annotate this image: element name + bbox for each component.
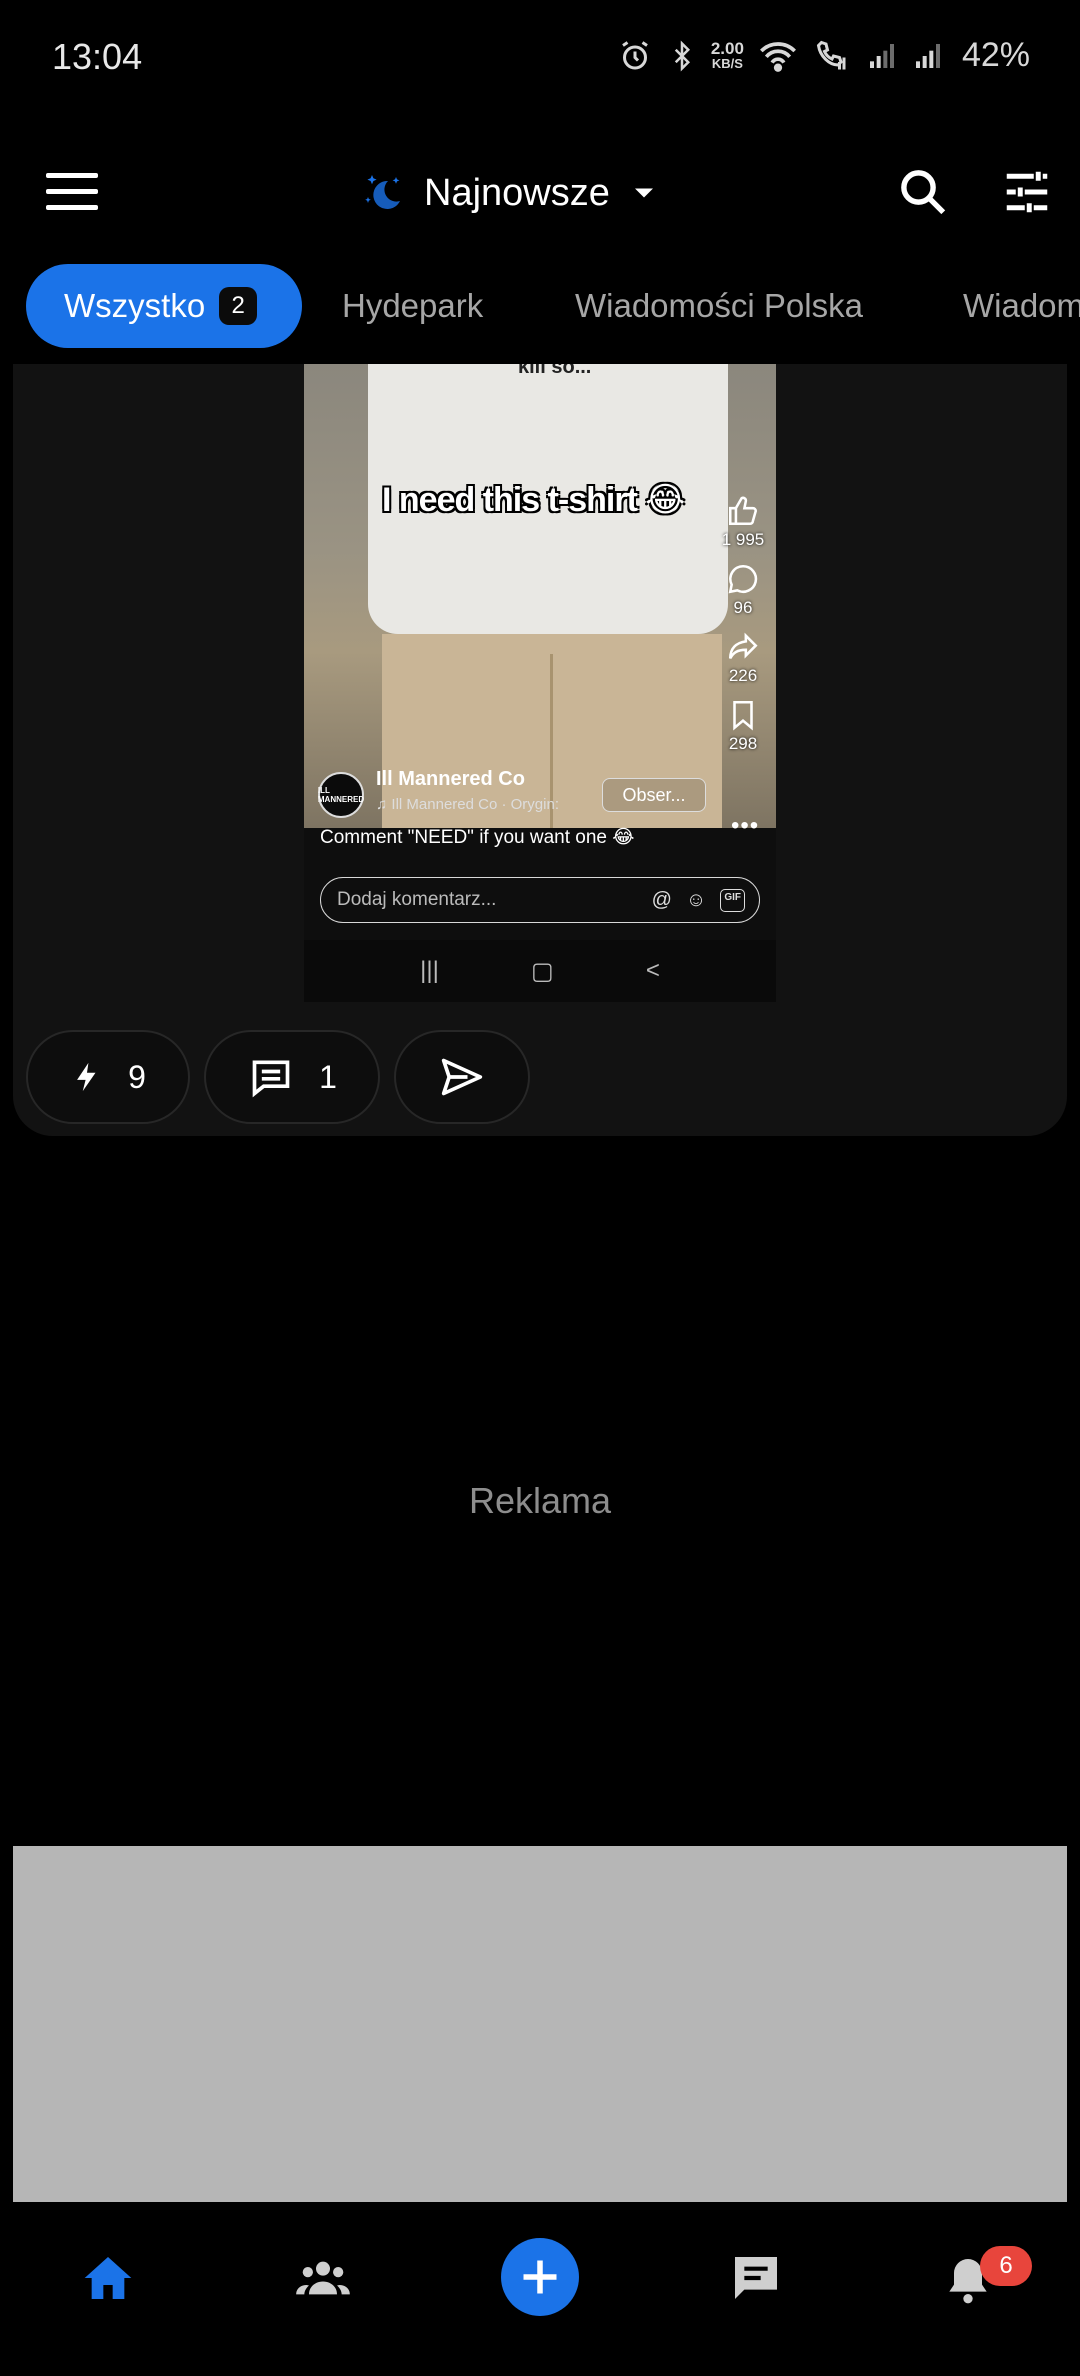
send-icon bbox=[441, 1058, 483, 1096]
video-overlay-text: I need this t-shirt 😂 bbox=[382, 481, 685, 519]
share-stat: 226 bbox=[726, 630, 760, 686]
tshirt-print-text: kill so... bbox=[518, 364, 592, 378]
ad-label: Reklama bbox=[468, 1480, 612, 1521]
feed-selector-label: Najnowsze bbox=[424, 171, 610, 214]
creator-row: ILL MANNERED Ill Mannered Co ♫ Ill Manne… bbox=[318, 766, 770, 822]
sliders-icon bbox=[1006, 171, 1048, 213]
tab-count-badge: 2 bbox=[219, 287, 258, 325]
embedded-system-nav: ||| ▢ < bbox=[304, 940, 776, 1002]
share-arrow-icon bbox=[728, 632, 758, 659]
boost-count: 9 bbox=[128, 1058, 146, 1095]
comment-icon bbox=[252, 1060, 290, 1098]
tab-wiadomosci[interactable]: Wiadom bbox=[963, 264, 1080, 348]
tab-label: Hydepark bbox=[342, 287, 484, 324]
follow-button: Obser... bbox=[602, 778, 706, 812]
save-stat: 298 bbox=[726, 698, 760, 754]
gif-icon: GIF bbox=[720, 888, 745, 912]
notifications-badge: 6 bbox=[980, 2246, 1032, 2286]
nav-messages[interactable] bbox=[726, 2250, 786, 2311]
comment-tools: @ ☺ GIF bbox=[651, 888, 759, 912]
back-chevron-icon: < bbox=[645, 957, 660, 984]
status-time: 13:04 bbox=[52, 36, 143, 77]
search-icon bbox=[901, 170, 946, 215]
comments-count: 1 bbox=[319, 1058, 337, 1095]
video-frame: kill so... I need this t-shirt 😂 1 995 9… bbox=[304, 364, 776, 828]
comments-button[interactable]: 1 bbox=[204, 1030, 380, 1124]
post-media-screenshot[interactable]: kill so... I need this t-shirt 😂 1 995 9… bbox=[304, 364, 776, 1002]
tab-label: Wiadomości Polska bbox=[575, 287, 863, 324]
alarm-icon bbox=[622, 40, 648, 69]
sparkle-moon-icon bbox=[365, 175, 400, 209]
wifi-call-icon bbox=[816, 40, 846, 69]
search-button[interactable] bbox=[896, 165, 950, 224]
video-action-rail: 1 995 96 226 298 bbox=[718, 494, 768, 766]
home-icon bbox=[84, 2257, 132, 2299]
app-bar: Najnowsze bbox=[0, 125, 1080, 255]
tab-wszystko[interactable]: Wszystko 2 bbox=[26, 264, 302, 348]
chat-icon bbox=[735, 2257, 777, 2299]
tab-label: Wiadom bbox=[963, 287, 1080, 324]
tab-hydepark[interactable]: Hydepark bbox=[342, 264, 483, 348]
mention-icon: @ bbox=[651, 888, 672, 911]
caret-down-icon bbox=[634, 188, 653, 198]
people-icon bbox=[296, 2261, 350, 2295]
tab-wiadomosci-polska[interactable]: Wiadomości Polska bbox=[575, 264, 863, 348]
bluetooth-icon bbox=[674, 39, 690, 72]
plus-icon bbox=[523, 2260, 557, 2294]
category-tabs: Wszystko 2 Hydepark Wiadomości Polska Wi… bbox=[0, 264, 1080, 348]
emoji-icon: ☺ bbox=[685, 888, 707, 911]
signal-icon-2 bbox=[915, 43, 940, 68]
lightning-icon bbox=[77, 1062, 96, 1092]
like-count: 1 995 bbox=[721, 530, 765, 549]
share-button[interactable] bbox=[394, 1030, 530, 1124]
share-count: 226 bbox=[728, 666, 758, 685]
status-icons: 2.00 KB/S 42% bbox=[617, 36, 1030, 75]
bookmark-icon bbox=[733, 700, 753, 731]
comment-stat: 96 bbox=[726, 562, 760, 618]
ad-placeholder[interactable] bbox=[13, 1846, 1067, 2202]
boost-button[interactable]: 9 bbox=[26, 1030, 190, 1124]
music-info: ♫ Ill Mannered Co · Orygin: bbox=[376, 796, 559, 813]
like-stat: 1 995 bbox=[721, 494, 765, 550]
comment-count: 96 bbox=[733, 598, 753, 617]
save-count: 298 bbox=[728, 734, 758, 753]
add-post-button[interactable] bbox=[501, 2238, 579, 2316]
signal-icon bbox=[869, 43, 894, 68]
speech-bubble-icon bbox=[728, 564, 758, 594]
video-caption: Comment "NEED" if you want one 😂 bbox=[320, 827, 635, 848]
status-bar: 13:04 2.00 KB/S 42% bbox=[0, 0, 1080, 120]
comment-placeholder: Dodaj komentarz... bbox=[337, 889, 497, 910]
network-speed-unit: KB/S bbox=[711, 55, 743, 71]
creator-avatar: ILL MANNERED bbox=[318, 772, 364, 818]
wifi-icon bbox=[759, 41, 796, 72]
nav-home[interactable] bbox=[78, 2250, 138, 2311]
menu-button[interactable] bbox=[46, 173, 98, 213]
battery-level: 42% bbox=[961, 36, 1030, 74]
thumbs-up-icon bbox=[728, 496, 758, 526]
more-options-icon: ••• bbox=[731, 812, 760, 839]
network-speed: 2.00 KB/S bbox=[710, 38, 744, 71]
tab-label: Wszystko bbox=[64, 287, 206, 324]
bottom-navigation: 6 bbox=[0, 2202, 1080, 2376]
comment-input: Dodaj komentarz... @ ☺ GIF bbox=[320, 877, 760, 923]
filter-button[interactable] bbox=[1000, 165, 1054, 224]
network-speed-value: 2.00 bbox=[710, 38, 744, 58]
home-square-icon: ▢ bbox=[530, 957, 554, 985]
nav-groups[interactable] bbox=[290, 2250, 356, 2311]
recents-icon: ||| bbox=[420, 957, 439, 984]
feed-selector[interactable]: Najnowsze bbox=[360, 163, 662, 223]
menu-icon bbox=[46, 173, 98, 178]
creator-name: Ill Mannered Co bbox=[376, 768, 525, 790]
